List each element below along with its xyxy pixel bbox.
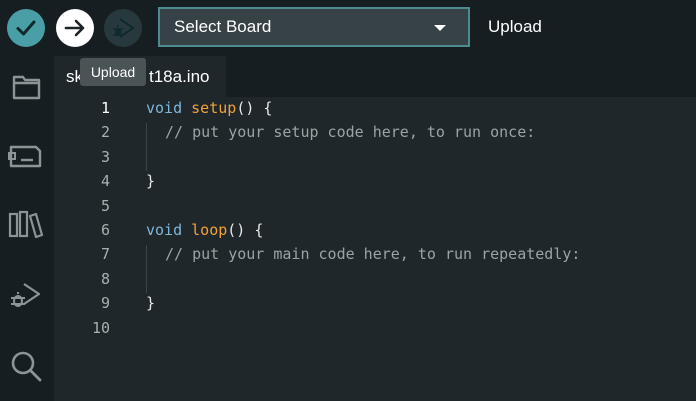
code-line-9: } xyxy=(146,294,156,312)
code-line-4: } xyxy=(146,172,156,190)
code-text: () { xyxy=(236,99,273,117)
indent-guide xyxy=(146,123,147,171)
tab-title-end: t18a.ino xyxy=(149,66,210,86)
line-number: 5 xyxy=(100,197,110,215)
board-manager-icon[interactable] xyxy=(6,135,46,175)
keyword: void xyxy=(146,99,183,117)
board-select[interactable]: Select Board xyxy=(158,7,470,47)
function-name: setup xyxy=(191,99,237,117)
line-number: 7 xyxy=(100,245,110,263)
line-number: 9 xyxy=(100,294,110,312)
indent-guide xyxy=(146,245,147,293)
arrow-right-icon xyxy=(64,19,85,37)
sidebar xyxy=(0,56,54,401)
debug-play-icon xyxy=(113,18,134,38)
debug-icon[interactable] xyxy=(6,276,46,316)
line-number: 1 xyxy=(100,99,110,117)
search-icon[interactable] xyxy=(6,346,46,386)
debug-button[interactable] xyxy=(104,9,142,47)
folder-icon[interactable] xyxy=(6,66,46,106)
line-number-gutter: 1 2 3 4 5 6 7 8 9 10 xyxy=(54,97,144,401)
line-number: 2 xyxy=(100,123,110,141)
dropdown-arrow-icon xyxy=(434,25,446,31)
line-number: 3 xyxy=(100,148,110,166)
code-text: () { xyxy=(227,221,264,239)
upload-status-label: Upload xyxy=(488,17,542,36)
code-line-1: void setup() { xyxy=(146,99,272,117)
line-number: 8 xyxy=(100,270,110,288)
line-number: 10 xyxy=(91,319,110,337)
upload-button[interactable] xyxy=(56,9,94,47)
library-icon[interactable] xyxy=(6,204,46,244)
board-select-label: Select Board xyxy=(174,17,272,36)
upload-tooltip: Upload xyxy=(80,58,146,86)
line-number: 6 xyxy=(100,221,110,239)
code-line-6: void loop() { xyxy=(146,221,263,239)
line-number: 4 xyxy=(100,172,110,190)
function-name: loop xyxy=(191,221,228,239)
checkmark-icon xyxy=(16,20,36,36)
verify-button[interactable] xyxy=(7,9,45,47)
code-line-2: // put your setup code here, to run once… xyxy=(165,123,536,141)
tab-bar: sk t18a.ino xyxy=(54,56,696,97)
toolbar: Select Board Upload xyxy=(0,0,696,56)
keyword: void xyxy=(146,221,183,239)
code-line-7: // put your main code here, to run repea… xyxy=(165,245,581,263)
code-editor[interactable]: 1 2 3 4 5 6 7 8 9 10 void setup() { // p… xyxy=(54,97,696,401)
